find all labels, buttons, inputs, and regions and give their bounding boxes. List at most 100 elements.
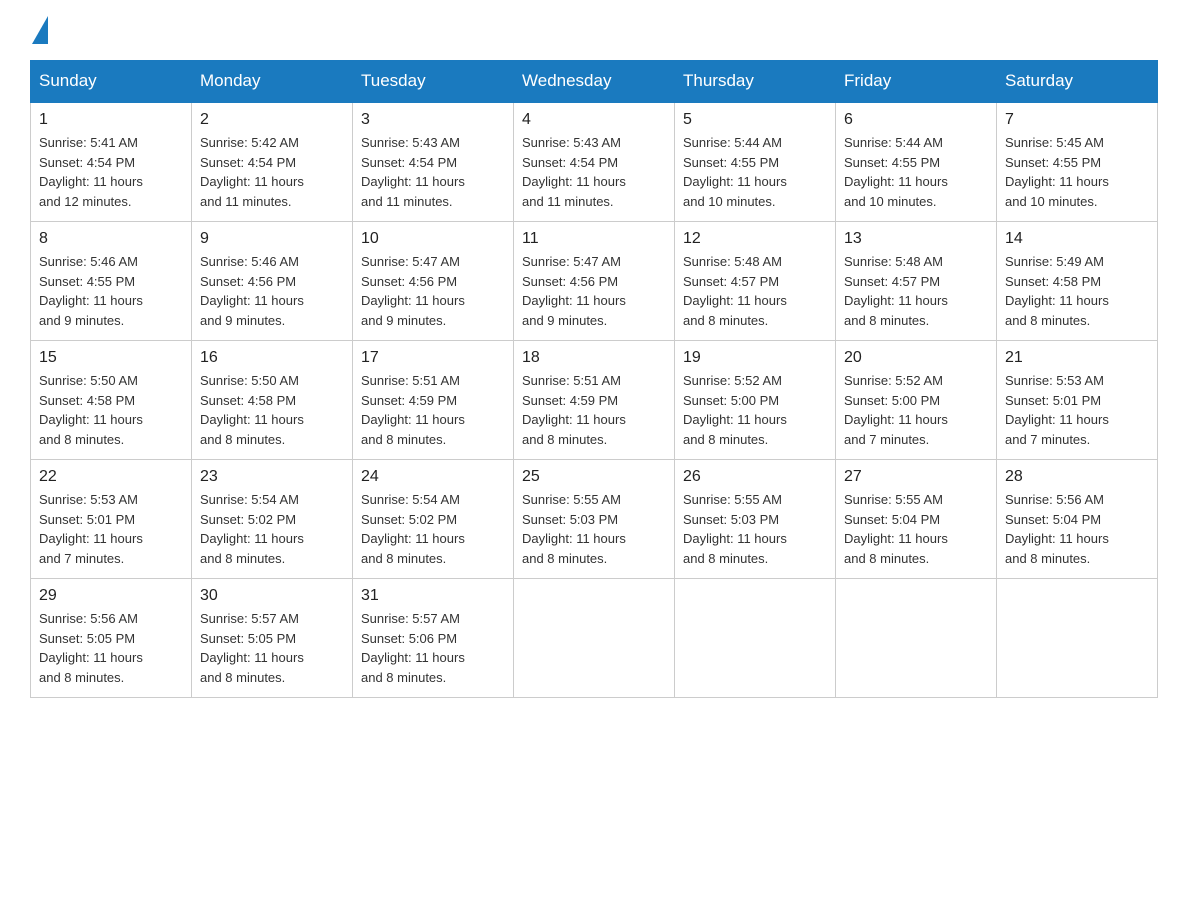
day-info: Sunrise: 5:54 AM Sunset: 5:02 PM Dayligh… bbox=[200, 490, 344, 568]
day-number: 9 bbox=[200, 230, 344, 248]
calendar-day-cell: 20 Sunrise: 5:52 AM Sunset: 5:00 PM Dayl… bbox=[836, 341, 997, 460]
calendar-day-cell: 15 Sunrise: 5:50 AM Sunset: 4:58 PM Dayl… bbox=[31, 341, 192, 460]
weekday-header-wednesday: Wednesday bbox=[514, 61, 675, 103]
calendar-week-row: 8 Sunrise: 5:46 AM Sunset: 4:55 PM Dayli… bbox=[31, 222, 1158, 341]
day-number: 29 bbox=[39, 587, 183, 605]
day-info: Sunrise: 5:42 AM Sunset: 4:54 PM Dayligh… bbox=[200, 133, 344, 211]
day-info: Sunrise: 5:44 AM Sunset: 4:55 PM Dayligh… bbox=[844, 133, 988, 211]
day-number: 22 bbox=[39, 468, 183, 486]
calendar-day-cell: 29 Sunrise: 5:56 AM Sunset: 5:05 PM Dayl… bbox=[31, 579, 192, 698]
calendar-day-cell: 22 Sunrise: 5:53 AM Sunset: 5:01 PM Dayl… bbox=[31, 460, 192, 579]
day-number: 23 bbox=[200, 468, 344, 486]
day-number: 3 bbox=[361, 111, 505, 129]
day-number: 30 bbox=[200, 587, 344, 605]
calendar-day-cell: 16 Sunrise: 5:50 AM Sunset: 4:58 PM Dayl… bbox=[192, 341, 353, 460]
day-number: 14 bbox=[1005, 230, 1149, 248]
day-number: 19 bbox=[683, 349, 827, 367]
day-info: Sunrise: 5:46 AM Sunset: 4:56 PM Dayligh… bbox=[200, 252, 344, 330]
day-number: 7 bbox=[1005, 111, 1149, 129]
day-info: Sunrise: 5:43 AM Sunset: 4:54 PM Dayligh… bbox=[361, 133, 505, 211]
calendar-week-row: 22 Sunrise: 5:53 AM Sunset: 5:01 PM Dayl… bbox=[31, 460, 1158, 579]
weekday-header-tuesday: Tuesday bbox=[353, 61, 514, 103]
day-number: 25 bbox=[522, 468, 666, 486]
calendar-day-cell: 23 Sunrise: 5:54 AM Sunset: 5:02 PM Dayl… bbox=[192, 460, 353, 579]
day-info: Sunrise: 5:47 AM Sunset: 4:56 PM Dayligh… bbox=[361, 252, 505, 330]
day-number: 20 bbox=[844, 349, 988, 367]
day-number: 10 bbox=[361, 230, 505, 248]
day-info: Sunrise: 5:50 AM Sunset: 4:58 PM Dayligh… bbox=[200, 371, 344, 449]
calendar-day-cell: 19 Sunrise: 5:52 AM Sunset: 5:00 PM Dayl… bbox=[675, 341, 836, 460]
day-info: Sunrise: 5:48 AM Sunset: 4:57 PM Dayligh… bbox=[844, 252, 988, 330]
weekday-header-sunday: Sunday bbox=[31, 61, 192, 103]
calendar-day-cell: 1 Sunrise: 5:41 AM Sunset: 4:54 PM Dayli… bbox=[31, 102, 192, 222]
calendar-day-cell: 21 Sunrise: 5:53 AM Sunset: 5:01 PM Dayl… bbox=[997, 341, 1158, 460]
day-number: 31 bbox=[361, 587, 505, 605]
calendar-day-cell: 7 Sunrise: 5:45 AM Sunset: 4:55 PM Dayli… bbox=[997, 102, 1158, 222]
day-number: 2 bbox=[200, 111, 344, 129]
logo-triangle-icon bbox=[32, 16, 48, 44]
calendar-table: SundayMondayTuesdayWednesdayThursdayFrid… bbox=[30, 60, 1158, 698]
day-info: Sunrise: 5:54 AM Sunset: 5:02 PM Dayligh… bbox=[361, 490, 505, 568]
day-info: Sunrise: 5:49 AM Sunset: 4:58 PM Dayligh… bbox=[1005, 252, 1149, 330]
calendar-day-cell: 3 Sunrise: 5:43 AM Sunset: 4:54 PM Dayli… bbox=[353, 102, 514, 222]
weekday-header-monday: Monday bbox=[192, 61, 353, 103]
day-info: Sunrise: 5:52 AM Sunset: 5:00 PM Dayligh… bbox=[683, 371, 827, 449]
calendar-day-cell bbox=[836, 579, 997, 698]
day-info: Sunrise: 5:57 AM Sunset: 5:06 PM Dayligh… bbox=[361, 609, 505, 687]
day-info: Sunrise: 5:55 AM Sunset: 5:03 PM Dayligh… bbox=[522, 490, 666, 568]
day-number: 6 bbox=[844, 111, 988, 129]
day-info: Sunrise: 5:44 AM Sunset: 4:55 PM Dayligh… bbox=[683, 133, 827, 211]
weekday-header-thursday: Thursday bbox=[675, 61, 836, 103]
calendar-day-cell bbox=[514, 579, 675, 698]
page-header bbox=[30, 20, 1158, 40]
day-info: Sunrise: 5:43 AM Sunset: 4:54 PM Dayligh… bbox=[522, 133, 666, 211]
day-number: 4 bbox=[522, 111, 666, 129]
weekday-header-row: SundayMondayTuesdayWednesdayThursdayFrid… bbox=[31, 61, 1158, 103]
day-info: Sunrise: 5:55 AM Sunset: 5:03 PM Dayligh… bbox=[683, 490, 827, 568]
day-number: 15 bbox=[39, 349, 183, 367]
weekday-header-friday: Friday bbox=[836, 61, 997, 103]
calendar-day-cell: 9 Sunrise: 5:46 AM Sunset: 4:56 PM Dayli… bbox=[192, 222, 353, 341]
day-number: 11 bbox=[522, 230, 666, 248]
calendar-week-row: 29 Sunrise: 5:56 AM Sunset: 5:05 PM Dayl… bbox=[31, 579, 1158, 698]
day-number: 1 bbox=[39, 111, 183, 129]
calendar-day-cell: 6 Sunrise: 5:44 AM Sunset: 4:55 PM Dayli… bbox=[836, 102, 997, 222]
calendar-day-cell: 18 Sunrise: 5:51 AM Sunset: 4:59 PM Dayl… bbox=[514, 341, 675, 460]
day-info: Sunrise: 5:52 AM Sunset: 5:00 PM Dayligh… bbox=[844, 371, 988, 449]
calendar-day-cell: 10 Sunrise: 5:47 AM Sunset: 4:56 PM Dayl… bbox=[353, 222, 514, 341]
calendar-day-cell: 2 Sunrise: 5:42 AM Sunset: 4:54 PM Dayli… bbox=[192, 102, 353, 222]
day-info: Sunrise: 5:51 AM Sunset: 4:59 PM Dayligh… bbox=[522, 371, 666, 449]
calendar-day-cell: 14 Sunrise: 5:49 AM Sunset: 4:58 PM Dayl… bbox=[997, 222, 1158, 341]
day-number: 26 bbox=[683, 468, 827, 486]
calendar-day-cell: 11 Sunrise: 5:47 AM Sunset: 4:56 PM Dayl… bbox=[514, 222, 675, 341]
day-info: Sunrise: 5:57 AM Sunset: 5:05 PM Dayligh… bbox=[200, 609, 344, 687]
calendar-day-cell bbox=[997, 579, 1158, 698]
calendar-day-cell: 17 Sunrise: 5:51 AM Sunset: 4:59 PM Dayl… bbox=[353, 341, 514, 460]
day-info: Sunrise: 5:41 AM Sunset: 4:54 PM Dayligh… bbox=[39, 133, 183, 211]
day-info: Sunrise: 5:55 AM Sunset: 5:04 PM Dayligh… bbox=[844, 490, 988, 568]
day-info: Sunrise: 5:51 AM Sunset: 4:59 PM Dayligh… bbox=[361, 371, 505, 449]
day-number: 16 bbox=[200, 349, 344, 367]
logo bbox=[30, 20, 48, 40]
calendar-day-cell bbox=[675, 579, 836, 698]
calendar-day-cell: 31 Sunrise: 5:57 AM Sunset: 5:06 PM Dayl… bbox=[353, 579, 514, 698]
calendar-day-cell: 26 Sunrise: 5:55 AM Sunset: 5:03 PM Dayl… bbox=[675, 460, 836, 579]
day-number: 17 bbox=[361, 349, 505, 367]
day-number: 24 bbox=[361, 468, 505, 486]
day-info: Sunrise: 5:47 AM Sunset: 4:56 PM Dayligh… bbox=[522, 252, 666, 330]
day-number: 27 bbox=[844, 468, 988, 486]
day-number: 5 bbox=[683, 111, 827, 129]
day-number: 8 bbox=[39, 230, 183, 248]
calendar-day-cell: 8 Sunrise: 5:46 AM Sunset: 4:55 PM Dayli… bbox=[31, 222, 192, 341]
day-info: Sunrise: 5:56 AM Sunset: 5:05 PM Dayligh… bbox=[39, 609, 183, 687]
day-number: 13 bbox=[844, 230, 988, 248]
calendar-day-cell: 24 Sunrise: 5:54 AM Sunset: 5:02 PM Dayl… bbox=[353, 460, 514, 579]
calendar-day-cell: 27 Sunrise: 5:55 AM Sunset: 5:04 PM Dayl… bbox=[836, 460, 997, 579]
calendar-day-cell: 28 Sunrise: 5:56 AM Sunset: 5:04 PM Dayl… bbox=[997, 460, 1158, 579]
calendar-week-row: 15 Sunrise: 5:50 AM Sunset: 4:58 PM Dayl… bbox=[31, 341, 1158, 460]
day-info: Sunrise: 5:50 AM Sunset: 4:58 PM Dayligh… bbox=[39, 371, 183, 449]
calendar-day-cell: 13 Sunrise: 5:48 AM Sunset: 4:57 PM Dayl… bbox=[836, 222, 997, 341]
day-number: 21 bbox=[1005, 349, 1149, 367]
day-number: 12 bbox=[683, 230, 827, 248]
day-info: Sunrise: 5:48 AM Sunset: 4:57 PM Dayligh… bbox=[683, 252, 827, 330]
